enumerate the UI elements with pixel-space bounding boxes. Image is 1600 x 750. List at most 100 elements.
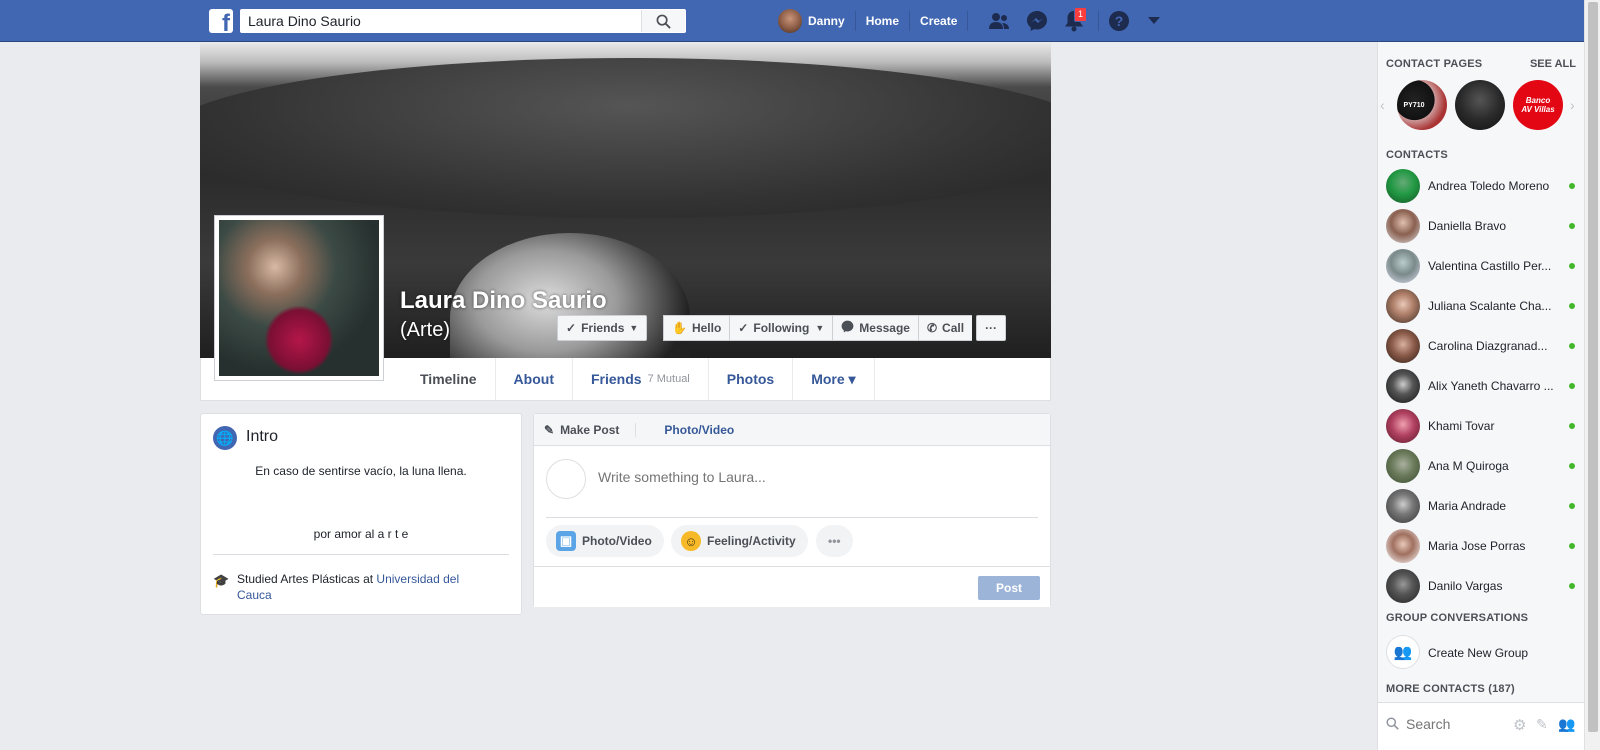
search-input[interactable] — [241, 10, 631, 32]
composer-footer: Post — [534, 566, 1050, 607]
photo-video-button[interactable]: ▣ Photo/Video — [546, 525, 664, 557]
avatar — [1386, 289, 1420, 323]
contact-item[interactable]: Khami Tovar — [1378, 406, 1585, 446]
checkmark-icon: ✓ — [738, 321, 749, 335]
help-icon[interactable]: ? — [1108, 10, 1130, 32]
account-menu-chevron-down-icon[interactable] — [1143, 10, 1165, 32]
profile-picture[interactable] — [214, 215, 384, 381]
profile-link[interactable]: Danny — [808, 14, 845, 28]
profile-action-buttons: ✋ Hello ✓ Following ▼ Message ✆ Call ··· — [663, 315, 1007, 341]
compose-icon[interactable]: ✎ — [1536, 716, 1548, 733]
make-post-tab[interactable]: ✎ Make Post — [544, 423, 619, 437]
intro-title: Intro — [246, 428, 279, 445]
online-status-icon — [1569, 223, 1575, 229]
divider — [1098, 11, 1099, 31]
contact-name: Alix Yaneth Chavarro ... — [1428, 379, 1554, 393]
following-button-label: Following — [753, 321, 810, 335]
sidebar-search: ⚙ ✎ 👥 — [1378, 702, 1585, 750]
contact-item[interactable]: Juliana Scalante Cha... — [1378, 286, 1585, 326]
contact-page-avatar[interactable] — [1455, 80, 1505, 130]
avatar — [1386, 569, 1420, 603]
contact-item[interactable]: Danilo Vargas — [1378, 566, 1585, 606]
top-nav-links: Danny Home Create — [778, 0, 978, 42]
post-button[interactable]: Post — [978, 576, 1040, 600]
tab-timeline-label: Timeline — [420, 371, 477, 387]
create-group-icon[interactable]: 👥 — [1386, 635, 1420, 669]
call-button[interactable]: ✆ Call — [917, 315, 973, 341]
contact-name: Maria Jose Porras — [1428, 539, 1526, 553]
divider — [967, 11, 969, 31]
contact-item[interactable]: Maria Andrade — [1378, 486, 1585, 526]
photo-video-tab[interactable]: Photo/Video — [664, 423, 734, 437]
profile-picture-image — [219, 220, 379, 376]
messenger-icon[interactable] — [1026, 10, 1048, 32]
online-status-icon — [1569, 383, 1575, 389]
more-options-button[interactable]: ··· — [976, 315, 1007, 341]
online-status-icon — [1569, 463, 1575, 469]
create-link[interactable]: Create — [920, 14, 957, 28]
online-status-icon — [1569, 343, 1575, 349]
online-status-icon — [1569, 543, 1575, 549]
contact-item[interactable]: Andrea Toledo Moreno — [1378, 166, 1585, 206]
graduation-cap-icon: 🎓 — [213, 573, 230, 588]
contact-name: Maria Andrade — [1428, 499, 1507, 513]
create-new-group-link[interactable]: Create New Group — [1428, 646, 1528, 660]
composer-more-button[interactable]: ••• — [816, 525, 853, 557]
avatar — [1386, 369, 1420, 403]
contact-item[interactable]: Valentina Castillo Per... — [1378, 246, 1585, 286]
home-link[interactable]: Home — [866, 14, 899, 28]
contact-item[interactable]: Alix Yaneth Chavarro ... — [1378, 366, 1585, 406]
gear-icon[interactable]: ⚙ — [1513, 716, 1526, 734]
profile-picture-dress-shape — [264, 305, 334, 375]
chevron-left-icon[interactable]: ‹ — [1380, 97, 1385, 113]
contact-item[interactable]: Carolina Diazgranad... — [1378, 326, 1585, 366]
tab-about-label: About — [513, 371, 554, 387]
search-button[interactable] — [641, 10, 685, 32]
tab-more[interactable]: More ▾ — [793, 358, 875, 400]
avatar — [1386, 529, 1420, 563]
group-conversations-header: GROUP CONVERSATIONS — [1386, 612, 1529, 624]
avatar — [546, 459, 586, 499]
more-options-icon: ··· — [985, 321, 998, 335]
contacts-search-input[interactable] — [1406, 716, 1506, 732]
avatar — [1386, 489, 1420, 523]
smiley-icon: ☺ — [681, 531, 701, 551]
chevron-right-icon[interactable]: › — [1570, 97, 1575, 113]
following-button[interactable]: ✓ Following ▼ — [729, 315, 833, 341]
new-group-icon[interactable]: 👥 — [1558, 716, 1575, 733]
contact-page-avatar[interactable]: Banco AV Villas — [1513, 80, 1563, 130]
search-icon — [656, 14, 671, 29]
intro-bio-line: En caso de sentirse vacío, la luna llena… — [255, 464, 467, 478]
feeling-activity-label: Feeling/Activity — [707, 534, 796, 548]
contact-item[interactable]: Ana M Quiroga — [1378, 446, 1585, 486]
contact-page-avatar[interactable]: PY710 — [1397, 80, 1447, 130]
scrollbar[interactable] — [1584, 0, 1600, 750]
see-all-link[interactable]: SEE ALL — [1530, 58, 1576, 70]
avatar — [1386, 449, 1420, 483]
scrollbar-thumb[interactable] — [1588, 2, 1598, 732]
tab-timeline[interactable]: Timeline — [402, 358, 496, 400]
avatar[interactable] — [778, 9, 802, 33]
friend-requests-icon[interactable] — [988, 10, 1010, 32]
phone-icon: ✆ — [926, 321, 938, 335]
contact-item[interactable]: Daniella Bravo — [1378, 206, 1585, 246]
tab-friends[interactable]: Friends 7 Mutual — [573, 358, 709, 400]
write-post-input[interactable] — [598, 469, 1028, 485]
contact-name: Danilo Vargas — [1428, 579, 1503, 593]
globe-icon: 🌐 — [213, 426, 237, 450]
facebook-logo-icon[interactable]: f — [209, 9, 233, 33]
contact-item[interactable]: Maria Jose Porras — [1378, 526, 1585, 566]
photo-video-label: Photo/Video — [582, 534, 652, 548]
message-button[interactable]: Message — [832, 315, 918, 341]
divider — [213, 554, 509, 555]
call-button-label: Call — [942, 321, 965, 335]
feeling-activity-button[interactable]: ☺ Feeling/Activity — [671, 525, 808, 557]
divider — [635, 422, 637, 437]
svg-text:?: ? — [1115, 13, 1124, 29]
tab-photos[interactable]: Photos — [709, 358, 794, 400]
messenger-icon — [841, 320, 854, 336]
hello-button[interactable]: ✋ Hello — [663, 315, 730, 341]
more-contacts-header: MORE CONTACTS (187) — [1386, 683, 1515, 695]
tab-about[interactable]: About — [496, 358, 573, 400]
friends-button[interactable]: ✓ Friends ▼ — [557, 315, 648, 341]
